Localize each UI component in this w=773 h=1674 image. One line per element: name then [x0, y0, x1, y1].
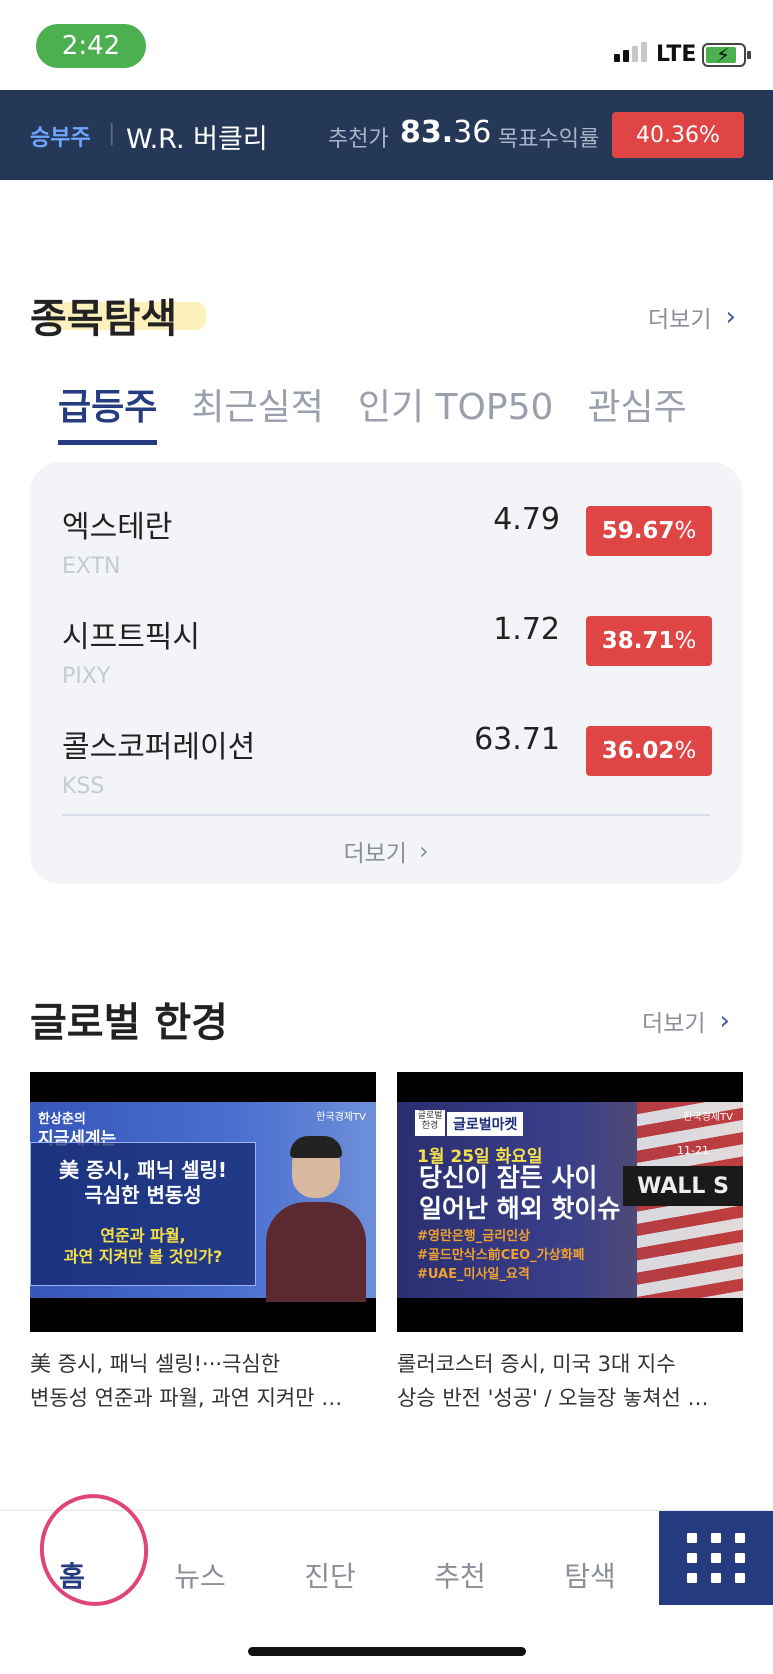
global-section-title: 글로벌 한경 — [30, 1000, 228, 1046]
grid-menu-icon — [687, 1533, 745, 1583]
stock-row[interactable]: 콜스코퍼레이션 KSS 63.71 36.02% — [30, 702, 742, 802]
caption-line: 美 증시, 패닉 셀링!···극심한 — [30, 1352, 281, 1376]
tab-popular-top50[interactable]: 인기 TOP50 — [358, 378, 554, 445]
banner-separator: | — [108, 121, 116, 146]
thumb-tv-logo: 한국경제TV — [316, 1112, 366, 1123]
thumb-tv-logo: 한국경제TV — [683, 1112, 733, 1123]
stock-name: 시프트픽시 — [62, 620, 200, 655]
tab-watchlist[interactable]: 관심주 — [587, 378, 686, 445]
thumb-logo: 글로벌 한경 — [415, 1110, 445, 1136]
nav-recommend[interactable]: 추천 — [400, 1555, 520, 1595]
stock-row[interactable]: 시프트픽시 PIXY 1.72 38.71% — [30, 592, 742, 692]
stock-more-label: 더보기 — [648, 307, 712, 333]
global-more-link[interactable]: 더보기 › — [642, 1004, 730, 1038]
nav-explore[interactable]: 탐색 — [530, 1555, 650, 1595]
stock-ticker: PIXY — [62, 664, 111, 689]
video-caption[interactable]: 롤러코스터 증시, 미국 3대 지수 상승 반전 '성공' / 오늘장 놓쳐선 … — [397, 1348, 743, 1415]
caption-line: 변동성 연준과 파월, 과연 지켜만 … — [30, 1385, 343, 1410]
stock-tabs: 급등주 최근실적 인기 TOP50 관심주 — [58, 378, 687, 445]
banner-tag: 승부주 — [30, 126, 91, 151]
tab-surge[interactable]: 급등주 — [58, 378, 158, 445]
status-time: 2:42 — [36, 24, 146, 68]
stock-change-badge: 59.67% — [586, 506, 712, 556]
video-image: 11-21 WALL S 글로벌 한경 글로벌마켓 한국경제TV 1월 25일 … — [397, 1102, 743, 1298]
banner-target-badge: 40.36% — [612, 112, 744, 158]
banner-company: W.R. 버클리 — [126, 124, 268, 155]
chevron-right-icon: › — [725, 302, 736, 332]
global-more-label: 더보기 — [642, 1011, 706, 1037]
thumb-sign-top: 11-21 — [677, 1144, 709, 1157]
stock-change-badge: 36.02% — [586, 726, 712, 776]
stock-ticker: EXTN — [62, 554, 121, 579]
stock-more-link[interactable]: 더보기 › — [648, 300, 736, 334]
stock-name: 엑스테란 — [62, 510, 173, 545]
chevron-right-icon: › — [418, 837, 429, 865]
stock-price: 1.72 — [493, 612, 560, 647]
thumb-subheadline: 연준과 파월, 과연 지켜만 볼 것인가? — [63, 1226, 223, 1266]
stock-name: 콜스코퍼레이션 — [62, 730, 256, 765]
stock-list-card: 엑스테란 EXTN 4.79 59.67% 시프트픽시 PIXY 1.72 38… — [30, 462, 742, 884]
thumb-street-sign: WALL S — [623, 1166, 743, 1206]
stock-price: 4.79 — [493, 502, 560, 537]
stock-row[interactable]: 엑스테란 EXTN 4.79 59.67% — [30, 482, 742, 582]
grid-menu-button[interactable] — [659, 1511, 773, 1605]
presenter-image — [260, 1122, 370, 1302]
signal-icon — [614, 42, 647, 62]
thumb-headline: 당신이 잠든 사이 일어난 해외 핫이슈 — [419, 1163, 621, 1224]
video-thumbnail[interactable]: 11-21 WALL S 글로벌 한경 글로벌마켓 한국경제TV 1월 25일 … — [397, 1072, 743, 1332]
recommendation-banner[interactable]: 승부주 | W.R. 버클리 추천가 83.36 목표수익률 40.36% — [0, 90, 773, 180]
thumb-headline: 美 증시, 패닉 셀링! 극심한 변동성 — [58, 1158, 227, 1207]
video-thumbnail[interactable]: 한상춘의 지금세계는 한국경제TV 美 증시, 패닉 셀링! 극심한 변동성 연… — [30, 1072, 376, 1332]
battery-icon: ⚡ — [702, 43, 751, 67]
thumb-program: 글로벌마켓 — [447, 1112, 524, 1136]
stock-section-title: 종목탐색 — [30, 296, 178, 342]
card-divider — [62, 814, 710, 816]
banner-price: 83.36 — [400, 115, 492, 150]
nav-news[interactable]: 뉴스 — [140, 1555, 260, 1595]
home-indicator — [248, 1647, 526, 1656]
caption-line: 롤러코스터 증시, 미국 3대 지수 — [397, 1352, 676, 1376]
tab-recent-earnings[interactable]: 최근실적 — [191, 378, 323, 445]
video-image: 한상춘의 지금세계는 한국경제TV 美 증시, 패닉 셀링! 극심한 변동성 연… — [30, 1102, 376, 1302]
stock-change-badge: 38.71% — [586, 616, 712, 666]
video-caption[interactable]: 美 증시, 패닉 셀링!···극심한 변동성 연준과 파월, 과연 지켜만 … — [30, 1348, 376, 1415]
status-bar: 2:42 LTE ⚡ — [0, 0, 773, 90]
banner-target-label: 목표수익률 — [498, 127, 600, 152]
stock-ticker: KSS — [62, 774, 105, 799]
caption-line: 상승 반전 '성공' / 오늘장 놓쳐선 … — [397, 1385, 709, 1410]
nav-diagnosis[interactable]: 진단 — [270, 1555, 390, 1595]
stock-price: 63.71 — [474, 722, 560, 757]
card-more-link[interactable]: 더보기 › — [30, 834, 742, 868]
app-screen: 2:42 LTE ⚡ 승부주 | W.R. 버클리 추천가 83.36 목표수익… — [0, 0, 773, 1674]
network-label: LTE — [656, 42, 697, 67]
card-more-label: 더보기 — [343, 841, 407, 867]
banner-price-label: 추천가 — [328, 127, 389, 152]
chevron-right-icon: › — [719, 1006, 730, 1036]
thumb-tags: #영란은행_금리인상 #골드만삭스前CEO_가상화폐 #UAE_미사일_요격 — [417, 1229, 585, 1282]
